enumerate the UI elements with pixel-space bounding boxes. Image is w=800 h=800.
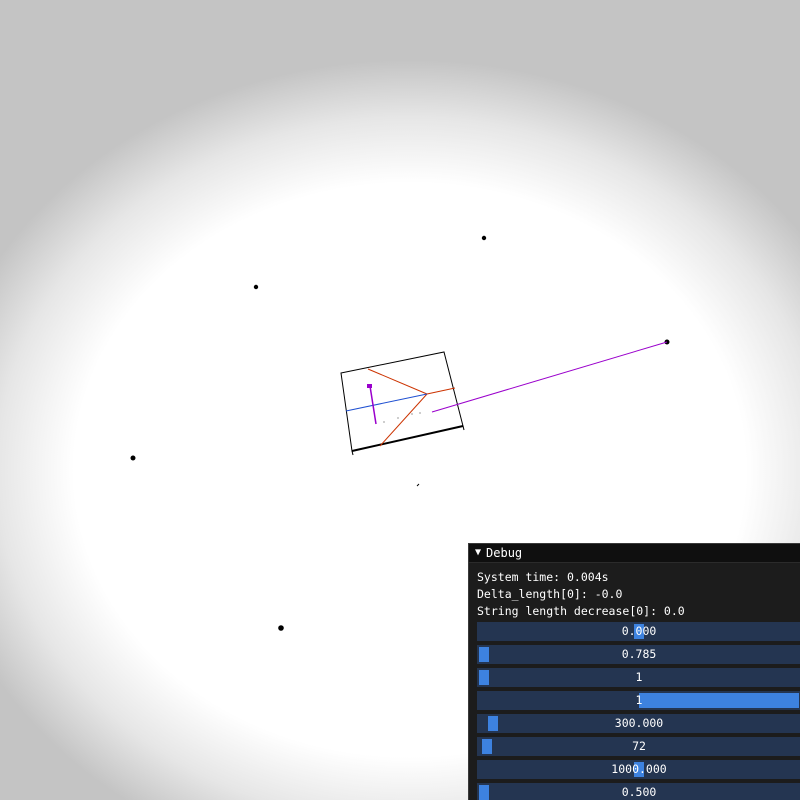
debug-window[interactable]: ▼ Debug System time: 0.004s Delta_length… — [468, 543, 800, 800]
slider-1[interactable]: 0.785 — [477, 645, 800, 664]
anchor-point — [130, 455, 136, 461]
slider-value: 0.500 — [621, 785, 657, 799]
string-line — [431, 341, 668, 413]
slider-value: 1 — [635, 693, 643, 707]
slider-value: 72 — [632, 739, 646, 753]
slider-value: 1000.000 — [611, 762, 667, 776]
triangle-down-icon[interactable]: ▼ — [475, 548, 481, 558]
anchor-point — [481, 235, 487, 241]
slider-2[interactable]: 1 — [477, 668, 800, 687]
slider-value: 0.785 — [621, 647, 657, 661]
axis-line — [345, 393, 428, 412]
small-marker — [416, 483, 420, 487]
slider-value: 0.000 — [621, 624, 657, 638]
platform — [340, 351, 465, 456]
anchor-point — [278, 625, 284, 631]
slider-3[interactable]: 1 — [477, 691, 800, 710]
delta-length-text: Delta_length[0]: -0.0 — [477, 587, 623, 601]
slider-7[interactable]: 0.500 — [477, 783, 800, 800]
slider-4[interactable]: 300.000 — [477, 714, 800, 733]
window-title: Debug — [486, 546, 523, 560]
center-marker — [367, 384, 372, 388]
slider-5[interactable]: 72 — [477, 737, 800, 756]
slider-value: 300.000 — [614, 716, 664, 730]
slider-6[interactable]: 1000.000 — [477, 760, 800, 779]
slider-value: 1 — [635, 670, 643, 684]
debug-titlebar[interactable]: ▼ Debug — [469, 544, 800, 563]
slider-0[interactable]: 0.000 — [477, 622, 800, 641]
string-length-decrease-text: String length decrease[0]: 0.0 — [477, 604, 685, 618]
system-time-text: System time: 0.004s — [477, 570, 609, 584]
anchor-point — [253, 284, 259, 290]
frame-lines — [367, 368, 456, 447]
